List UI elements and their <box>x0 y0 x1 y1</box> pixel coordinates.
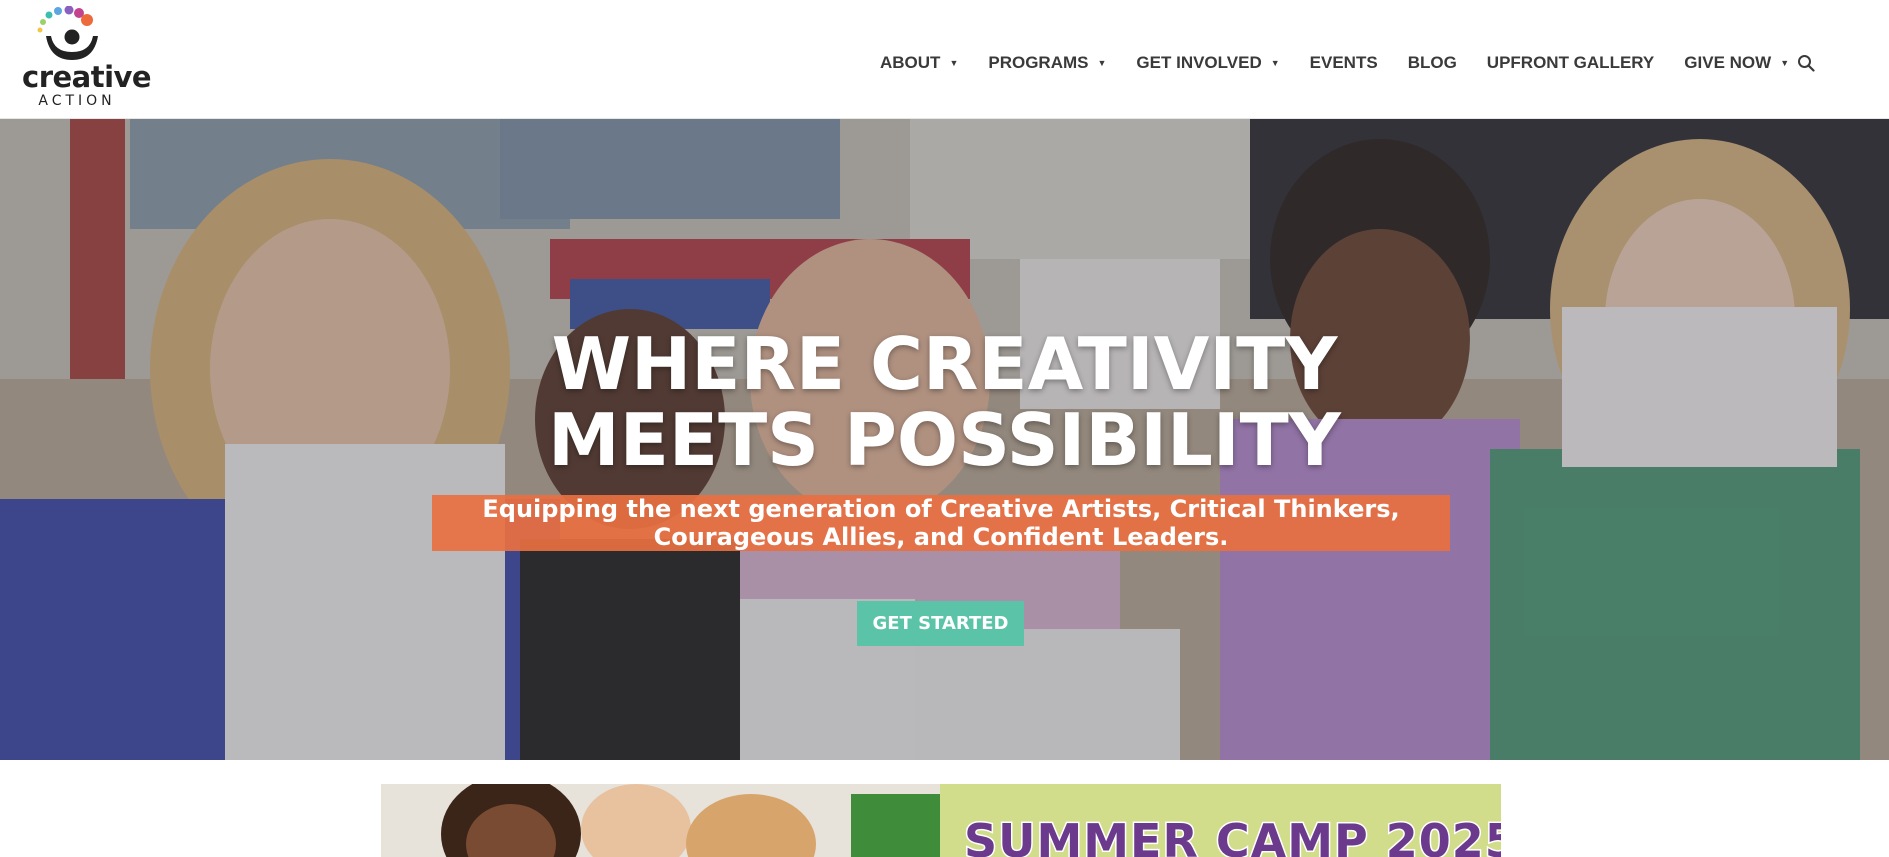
hero-title: WHERE CREATIVITY MEETS POSSIBILITY <box>0 326 1889 478</box>
nav-item-label: ABOUT <box>880 53 941 72</box>
nav-item-events[interactable]: EVENTS <box>1310 53 1378 73</box>
camp-title-panel: SUMMER CAMP 2025 <box>940 784 1501 857</box>
hero-title-line1: WHERE CREATIVITY <box>551 322 1338 406</box>
nav-item-get-involved[interactable]: GET INVOLVED ▼ <box>1136 53 1279 73</box>
main-nav: ABOUT ▼ PROGRAMS ▼ GET INVOLVED ▼ EVENTS… <box>880 50 1819 76</box>
creative-action-logo[interactable]: creative ACTION <box>18 5 152 114</box>
search-icon[interactable] <box>1797 54 1815 72</box>
logo-figure-icon <box>37 5 98 60</box>
nav-item-blog[interactable]: BLOG <box>1408 53 1457 73</box>
chevron-down-icon: ▼ <box>949 58 959 68</box>
logo-wordmark: creative <box>22 60 152 94</box>
nav-item-label: GET INVOLVED <box>1136 53 1262 72</box>
hero-section: WHERE CREATIVITY MEETS POSSIBILITY Equip… <box>0 119 1889 760</box>
chevron-down-icon: ▼ <box>1780 58 1790 68</box>
chevron-down-icon: ▼ <box>1097 58 1107 68</box>
nav-item-upfront-gallery[interactable]: UPFRONT GALLERY <box>1487 53 1654 73</box>
camp-photo <box>381 784 940 857</box>
nav-item-label: PROGRAMS <box>988 53 1089 72</box>
get-started-button[interactable]: GET STARTED <box>857 601 1024 646</box>
site-header: creative ACTION ABOUT ▼ PROGRAMS ▼ GET I… <box>0 0 1889 119</box>
camp-title: SUMMER CAMP 2025 <box>963 813 1501 857</box>
nav-item-label: BLOG <box>1407 53 1457 72</box>
logo-subword: ACTION <box>38 93 116 109</box>
nav-item-give-now[interactable]: GIVE NOW ▼ <box>1684 53 1789 73</box>
summer-camp-banner[interactable]: SUMMER CAMP 2025 <box>381 784 1501 857</box>
hero-subtitle-line1: Equipping the next generation of Creativ… <box>482 495 1400 523</box>
hero-title-line2: MEETS POSSIBILITY <box>548 398 1341 482</box>
nav-item-about[interactable]: ABOUT ▼ <box>880 53 958 73</box>
nav-item-label: GIVE NOW <box>1684 53 1772 72</box>
chevron-down-icon: ▼ <box>1270 58 1280 68</box>
nav-item-programs[interactable]: PROGRAMS ▼ <box>988 53 1106 73</box>
hero-subtitle: Equipping the next generation of Creativ… <box>432 495 1450 551</box>
nav-item-label: UPFRONT GALLERY <box>1486 53 1655 72</box>
nav-item-label: EVENTS <box>1309 53 1378 72</box>
hero-subtitle-line2: Courageous Allies, and Confident Leaders… <box>653 523 1229 551</box>
